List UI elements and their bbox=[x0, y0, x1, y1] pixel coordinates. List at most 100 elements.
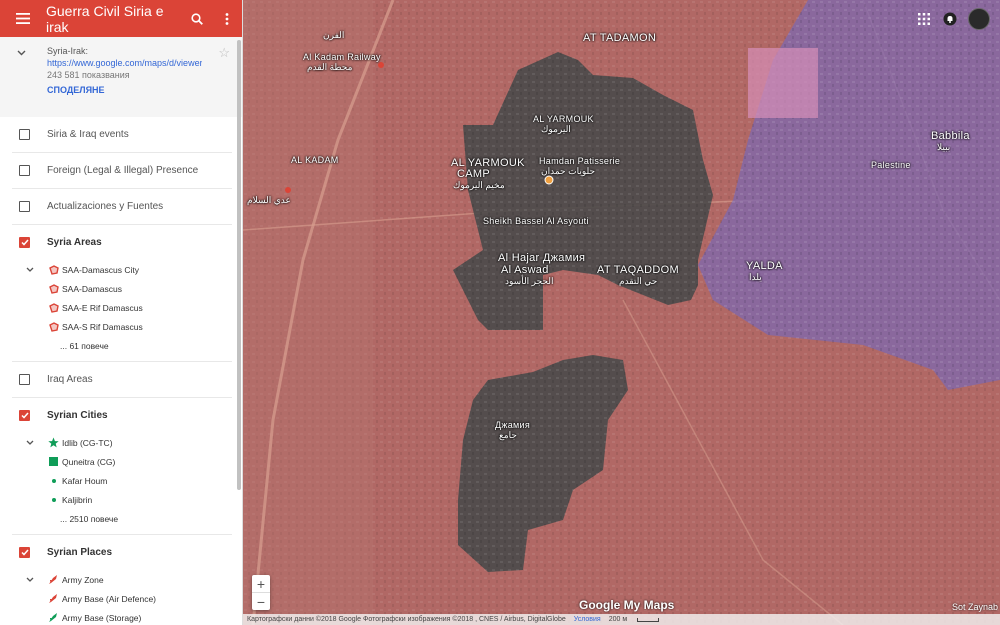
star-icon[interactable]: ☆ bbox=[218, 45, 230, 61]
layer-item[interactable]: SAA-Damascus City bbox=[12, 260, 232, 279]
more-vert-icon[interactable] bbox=[212, 12, 242, 25]
layer-item[interactable]: Army Base (Air Defence) bbox=[12, 589, 232, 608]
label-palestine: Palestine bbox=[871, 160, 911, 170]
layer-items: Army Zone Army Base (Air Defence) Army Bas… bbox=[12, 570, 232, 625]
layer-checkbox[interactable] bbox=[19, 547, 30, 558]
map-info-panel: ☆ Syria-Irak: https://www.google.com/map… bbox=[0, 37, 242, 117]
layer-item[interactable]: Army Base (Storage) bbox=[12, 608, 232, 625]
layer-item[interactable]: Idlib (CG-TC) bbox=[12, 433, 232, 452]
app-title: Guerra Civil Siria e irak bbox=[46, 2, 164, 35]
layer-item-label: SAA-Damascus City bbox=[62, 264, 139, 275]
terms-link[interactable]: Условия bbox=[574, 616, 601, 623]
layer-header[interactable]: Syrian Cities bbox=[12, 398, 232, 433]
collapse-chevron-icon[interactable] bbox=[17, 45, 26, 59]
label-mosque-ar: جامع bbox=[499, 430, 517, 440]
layer-header[interactable]: Actualizaciones y Fuentes bbox=[12, 189, 232, 224]
label-at-taqaddom-ar: حي التقدم bbox=[619, 276, 658, 286]
layer-item-label: SAA-S Rif Damascus bbox=[62, 321, 143, 332]
layer-item[interactable]: SAA-S Rif Damascus bbox=[12, 317, 232, 336]
layer-item-label: Kaljibrin bbox=[62, 494, 93, 505]
label-yalda: YALDA bbox=[746, 260, 783, 272]
layer-item[interactable]: Kaljibrin bbox=[12, 490, 232, 509]
poi-marker[interactable] bbox=[285, 187, 291, 193]
layer: Actualizaciones y Fuentes bbox=[12, 189, 232, 225]
layer-checkbox[interactable] bbox=[19, 374, 30, 385]
sidebar-scrollbar[interactable] bbox=[237, 40, 241, 490]
share-button[interactable]: СПОДЕЛЯНЕ bbox=[47, 84, 232, 96]
expand-chevron-icon[interactable] bbox=[12, 577, 47, 582]
layer-name: Syria Areas bbox=[47, 237, 102, 248]
scale-label: 200 м bbox=[608, 616, 628, 623]
layer-checkbox[interactable] bbox=[19, 201, 30, 212]
expand-chevron-icon[interactable] bbox=[12, 267, 47, 272]
layer-item-label: Idlib (CG-TC) bbox=[62, 437, 113, 448]
layer-checkbox[interactable] bbox=[19, 129, 30, 140]
layer-name: Foreign (Legal & Illegal) Presence bbox=[47, 165, 199, 176]
layer-checkbox[interactable] bbox=[19, 237, 30, 248]
layer-header[interactable]: Syrian Places bbox=[12, 535, 232, 570]
layer-header[interactable]: Foreign (Legal & Illegal) Presence bbox=[12, 153, 232, 188]
google-my-maps-logo: Google My Maps bbox=[579, 598, 675, 612]
view-count: 243 581 показвания bbox=[47, 70, 130, 80]
layer-item[interactable]: Army Zone bbox=[12, 570, 232, 589]
layer-item-label: SAA-Damascus bbox=[62, 283, 122, 294]
layer-item-label: Quneitra (CG) bbox=[62, 456, 116, 467]
label-al-aswad-ar: الحجر الأسود bbox=[505, 276, 554, 286]
label-at-tadamon: AT TADAMON bbox=[583, 32, 657, 44]
layer-name: Syrian Cities bbox=[47, 410, 108, 421]
label-camp-ar: مخيم اليرموك bbox=[453, 180, 505, 190]
map-attribution-bar: Картографски данни ©2018 Google Фотограф… bbox=[243, 614, 1000, 625]
attribution-text: Картографски данни ©2018 Google Фотограф… bbox=[247, 616, 566, 623]
zoom-in-button[interactable]: + bbox=[252, 575, 270, 592]
layer-item-label: Army Zone bbox=[62, 574, 104, 585]
layer-item[interactable]: Kafar Houm bbox=[12, 471, 232, 490]
scale-bar bbox=[637, 617, 660, 622]
expand-chevron-icon[interactable] bbox=[12, 440, 47, 445]
rocket-icon bbox=[47, 593, 60, 604]
label-hamdan: Hamdan Patisserie bbox=[539, 156, 621, 166]
apps-grid-icon[interactable] bbox=[916, 11, 932, 27]
label-mosque: Джамия bbox=[495, 420, 531, 430]
layer-checkbox[interactable] bbox=[19, 165, 30, 176]
layer-item[interactable]: SAA-Damascus bbox=[12, 279, 232, 298]
layer-header[interactable]: Iraq Areas bbox=[12, 362, 232, 397]
notifications-bell-icon[interactable] bbox=[942, 11, 958, 27]
zoom-out-button[interactable]: − bbox=[252, 593, 270, 610]
layer-item-label: Army Base (Air Defence) bbox=[62, 593, 156, 604]
more-items-link[interactable]: ... 2510 повече bbox=[12, 509, 232, 528]
poi-marker[interactable] bbox=[378, 62, 384, 68]
label-asi-ar: عدي السلام bbox=[247, 195, 291, 205]
map-top-controls bbox=[916, 8, 990, 30]
layer-item[interactable]: SAA-E Rif Damascus bbox=[12, 298, 232, 317]
layer-header[interactable]: Syria Areas bbox=[12, 225, 232, 260]
map-canvas[interactable]: AT TADAMON AL YARMOUK اليرموك AL YARMOUK… bbox=[243, 0, 1000, 625]
label-al-yarmouk-ar: اليرموك bbox=[541, 124, 571, 134]
label-kadam-station-ar: محطة القدم bbox=[307, 62, 353, 72]
layer: Syrian Places Army Zone Army Base (Air Def… bbox=[12, 535, 232, 625]
avatar[interactable] bbox=[968, 8, 990, 30]
dot-icon bbox=[47, 497, 60, 502]
rocket-icon bbox=[47, 574, 60, 585]
layer-header[interactable]: Siria & Iraq events bbox=[12, 117, 232, 152]
poi-marker[interactable] bbox=[544, 175, 554, 185]
polygon-icon bbox=[47, 283, 60, 294]
polygon-icon bbox=[47, 321, 60, 332]
pink-area[interactable] bbox=[748, 48, 818, 118]
more-items-link[interactable]: ... 61 повече bbox=[12, 336, 232, 355]
menu-icon[interactable] bbox=[0, 13, 46, 24]
layer-name: Syrian Places bbox=[47, 547, 113, 558]
map-imagery bbox=[243, 0, 1000, 625]
layer: Siria & Iraq events bbox=[12, 117, 232, 153]
square-icon bbox=[47, 457, 60, 466]
label-al-aswad: Al Aswad bbox=[501, 264, 549, 276]
map-link[interactable]: https://www.google.com/maps/d/viewer?mid… bbox=[47, 57, 202, 69]
label-hamdan-ar: حلويات حمدان bbox=[541, 166, 596, 176]
layer-item[interactable]: Quneitra (CG) bbox=[12, 452, 232, 471]
star-icon bbox=[47, 437, 60, 448]
layer-name: Iraq Areas bbox=[47, 374, 93, 385]
label-al-kadam: AL KADAM bbox=[291, 155, 339, 165]
layer-checkbox[interactable] bbox=[19, 410, 30, 421]
label-at-taqaddom: AT TAQADDOM bbox=[597, 264, 679, 276]
label-kadam-railway: Al Kadam Railway bbox=[303, 52, 381, 62]
search-icon[interactable] bbox=[182, 12, 212, 25]
